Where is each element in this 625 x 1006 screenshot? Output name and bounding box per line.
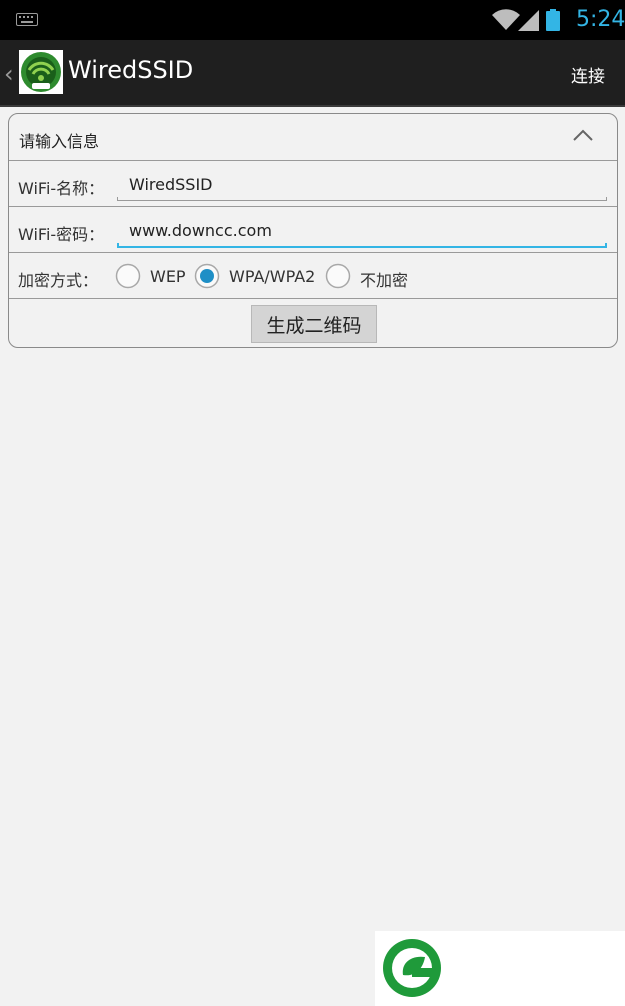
password-row: WiFi-密码： (9, 207, 617, 253)
radio-none-label: 不加密 (360, 271, 409, 290)
encryption-row: 加密方式： WEP WPA/WPA2 不加密 (9, 253, 617, 299)
radio-wep-label: WEP (150, 267, 186, 286)
wifi-icon (492, 9, 520, 31)
panel-header-label: 请输入信息 (19, 132, 100, 151)
app-title: WiredSSID (68, 56, 194, 84)
radio-wpa[interactable] (194, 263, 220, 289)
encryption-label: 加密方式： (18, 271, 99, 290)
radio-wpa-label: WPA/WPA2 (229, 267, 316, 286)
password-label: WiFi-密码： (18, 225, 105, 244)
ssid-row: WiFi-名称： (9, 161, 617, 207)
keyboard-icon (16, 13, 38, 26)
panel-header[interactable]: 请输入信息 (9, 114, 617, 161)
password-underline (117, 243, 607, 248)
status-bar: 5:24 (0, 0, 625, 40)
action-bar: ‹ WiredSSID 连接 (0, 40, 625, 107)
status-time: 5:24 (576, 7, 625, 32)
back-chevron-icon[interactable]: ‹ (4, 60, 14, 88)
generate-row: 生成二维码 (9, 299, 617, 347)
signal-icon (518, 10, 539, 31)
password-input[interactable] (117, 215, 607, 245)
ssid-label: WiFi-名称： (18, 179, 105, 198)
collapse-chevron-icon[interactable] (573, 128, 593, 142)
radio-none[interactable] (325, 263, 351, 289)
connect-button[interactable]: 连接 (571, 62, 605, 87)
app-icon[interactable] (19, 50, 63, 94)
battery-icon (546, 9, 560, 31)
radio-wep[interactable] (115, 263, 141, 289)
watermark (375, 931, 625, 1006)
leaf-logo-icon (383, 939, 441, 997)
generate-qr-button[interactable]: 生成二维码 (251, 305, 377, 343)
ssid-input[interactable] (117, 169, 607, 199)
ssid-underline (117, 197, 607, 201)
app-logo-icon (21, 52, 61, 92)
info-panel: 请输入信息 WiFi-名称： WiFi-密码： 加密方式： WEP WPA/WP… (8, 113, 618, 348)
